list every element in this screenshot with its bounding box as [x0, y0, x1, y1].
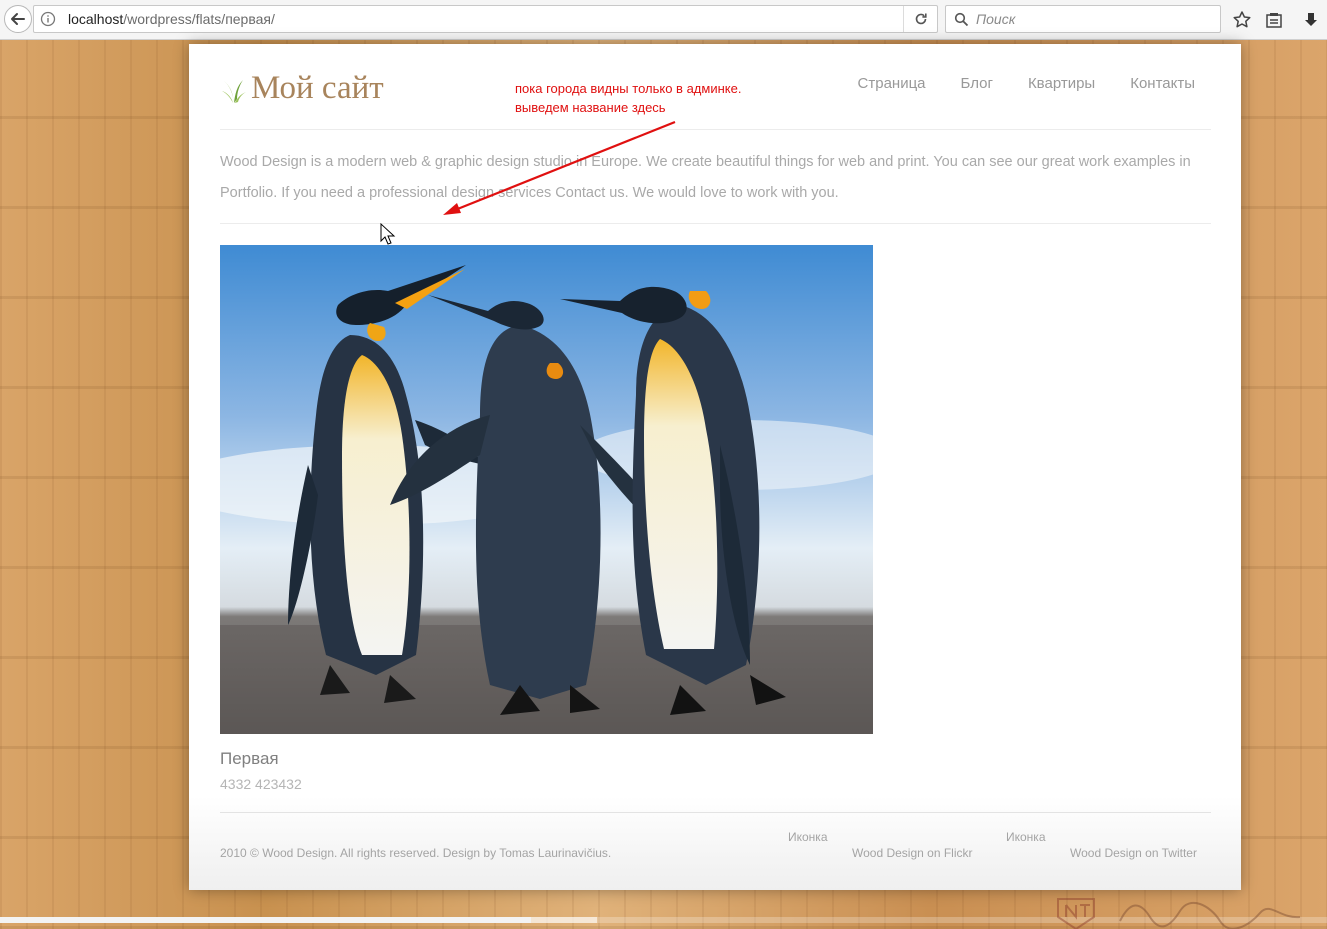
- video-buffer-fill: [530, 917, 598, 923]
- download-icon[interactable]: [1300, 9, 1322, 31]
- video-progress-fill[interactable]: [0, 917, 531, 923]
- footer-divider: [220, 812, 1211, 813]
- twitter-icon[interactable]: Иконка: [1006, 830, 1046, 844]
- nav-item-page[interactable]: Страница: [858, 75, 926, 92]
- url-text[interactable]: localhost/wordpress/flats/первая/: [68, 11, 275, 27]
- page-container: Мой сайт Страница Блог Квартиры Контакты…: [189, 44, 1241, 890]
- nav-item-blog[interactable]: Блог: [961, 75, 993, 92]
- footer: [189, 796, 1241, 890]
- search-input[interactable]: [976, 11, 1216, 27]
- site-title: Мой сайт: [251, 70, 384, 106]
- penguins-photo[interactable]: [220, 245, 873, 734]
- nav-item-contacts[interactable]: Контакты: [1130, 75, 1195, 92]
- nav-item-flats[interactable]: Квартиры: [1028, 75, 1095, 92]
- info-icon[interactable]: [40, 11, 56, 27]
- reading-list-icon[interactable]: [1263, 9, 1285, 31]
- annotation-line-2: выведем название здесь: [515, 100, 666, 115]
- intro-divider: [220, 223, 1211, 224]
- footer-copyright: 2010 © Wood Design. All rights reserved.…: [220, 846, 612, 860]
- twitter-link[interactable]: Wood Design on Twitter: [1070, 846, 1197, 860]
- search-icon: [954, 11, 970, 27]
- arrow-left-icon: [11, 13, 25, 25]
- annotation-note: пока города видны только в админке. выве…: [515, 79, 741, 117]
- channel-watermark-logo: [1057, 898, 1301, 929]
- search-bar[interactable]: [945, 5, 1221, 33]
- grass-icon: [222, 79, 246, 103]
- annotation-line-1: пока города видны только в админке.: [515, 81, 742, 96]
- flickr-icon[interactable]: Иконка: [788, 830, 828, 844]
- bookmark-star-icon[interactable]: [1231, 9, 1253, 31]
- site-logo[interactable]: Мой сайт: [221, 70, 384, 107]
- reload-button[interactable]: [903, 6, 937, 32]
- post-title[interactable]: Первая: [220, 749, 279, 769]
- browser-toolbar: localhost/wordpress/flats/первая/: [0, 0, 1327, 40]
- reload-icon: [915, 13, 927, 25]
- header-divider: [220, 129, 1211, 130]
- address-bar[interactable]: localhost/wordpress/flats/первая/: [33, 5, 938, 33]
- intro-text: Wood Design is a modern web & graphic de…: [220, 154, 1191, 201]
- post-meta: 4332 423432: [220, 776, 302, 792]
- back-button[interactable]: [4, 5, 32, 33]
- flickr-link[interactable]: Wood Design on Flickr: [852, 846, 973, 860]
- main-nav: Страница Блог Квартиры Контакты: [858, 75, 1195, 92]
